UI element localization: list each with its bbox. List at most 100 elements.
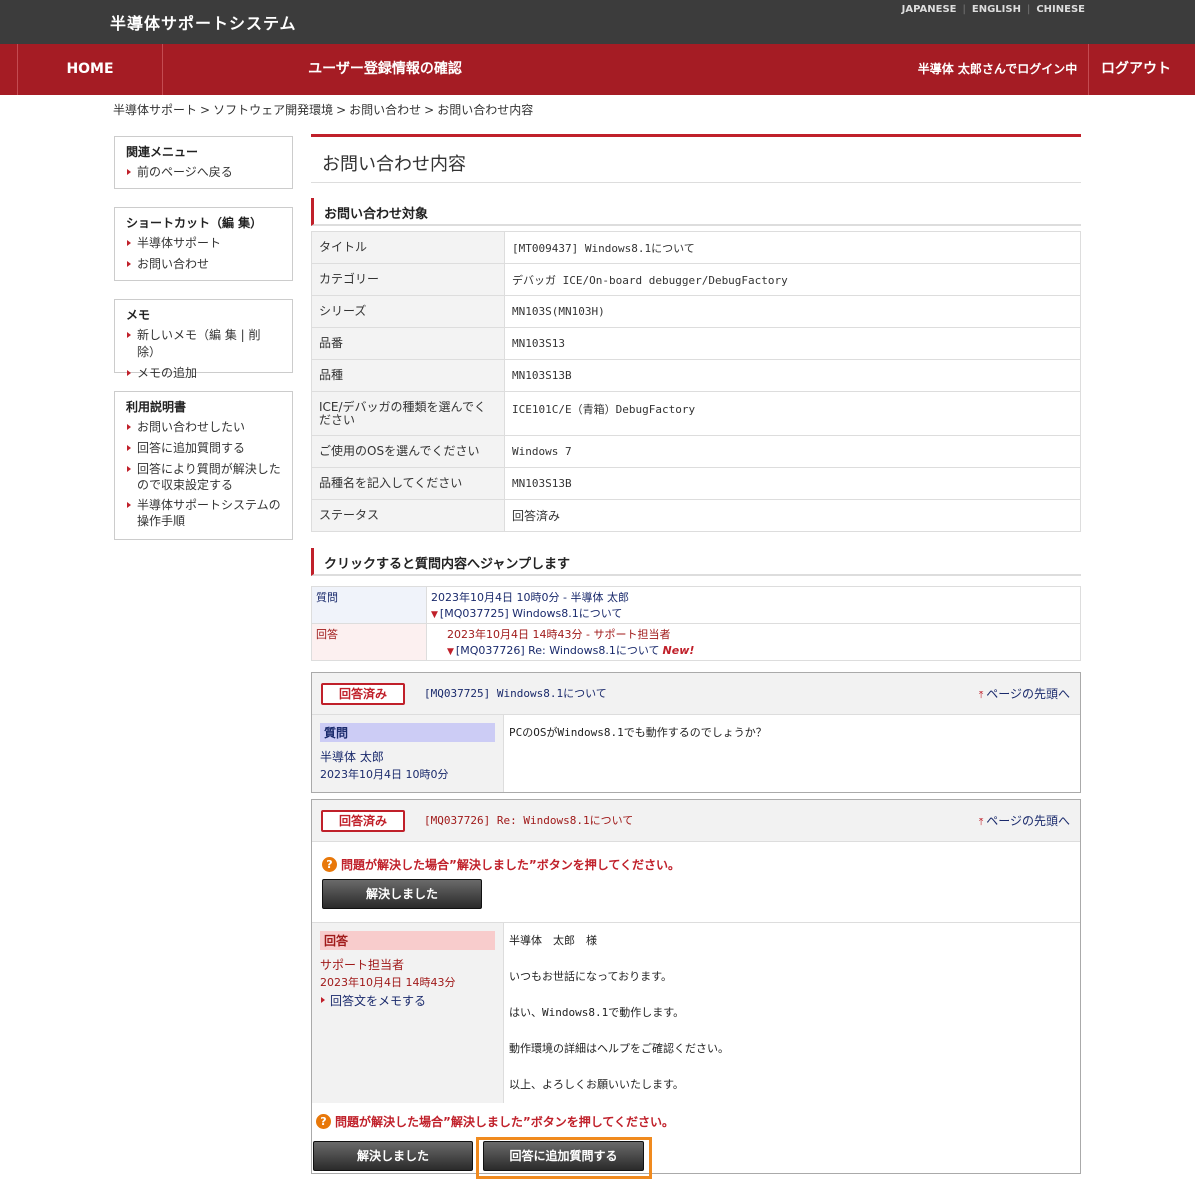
- jump-question-label: 質問: [311, 586, 427, 624]
- sidebar-item-add-memo[interactable]: メモの追加: [126, 365, 282, 382]
- info-value: MN103S13: [504, 327, 1081, 360]
- bottom-actions: ? 問題が解決した場合”解決しました”ボタンを押してください。 解決しました 回答…: [312, 1103, 1080, 1179]
- info-key: ステータス: [311, 499, 505, 532]
- resolve-warning-text: 問題が解決した場合”解決しました”ボタンを押してください。: [341, 858, 681, 872]
- message-subject: [MQ037725] Windows8.1について: [424, 687, 607, 700]
- jump-table: 質問 2023年10月4日 10時0分 - 半導体 太郎 ▼ [MQ037725]…: [311, 586, 1081, 661]
- answered-stamp: 回答済み: [321, 683, 405, 705]
- save-as-memo-link[interactable]: 回答文をメモする: [320, 992, 495, 1010]
- message-text: 半導体 太郎 様 いつもお世話になっております。 はい、Windows8.1で動…: [504, 923, 1080, 1103]
- info-value: デバッガ ICE/On-board debugger/DebugFactory: [504, 263, 1081, 296]
- sidebar-heading: 利用説明書: [126, 400, 187, 414]
- sidebar-item-semiconductor-support[interactable]: 半導体サポート: [126, 235, 282, 252]
- question-message: 回答済み [MQ037725] Windows8.1について ⤒ ページの先頭へ …: [311, 672, 1081, 793]
- logout-button[interactable]: ログアウト: [1088, 44, 1183, 95]
- message-text: PCのOSがWindows8.1でも動作するのでしょうか？: [504, 715, 1080, 792]
- down-triangle-icon: ▼: [447, 647, 454, 657]
- jump-answer-link-text[interactable]: [MQ037726] Re: Windows8.1について: [456, 644, 660, 657]
- jump-question-link-text[interactable]: [MQ037725] Windows8.1について: [440, 607, 623, 620]
- section-heading-jump: クリックすると質問内容へジャンプします: [311, 548, 1081, 576]
- lang-chinese[interactable]: CHINESE: [1036, 4, 1085, 15]
- info-key: 品種: [311, 359, 505, 392]
- answered-stamp: 回答済み: [321, 810, 405, 832]
- message-meta: 回答 サポート担当者 2023年10月4日 14時43分 回答文をメモする: [312, 923, 504, 1103]
- info-value: MN103S(MN103H): [504, 295, 1081, 328]
- message-paragraph: 半導体 太郎 様: [509, 934, 597, 947]
- sidebar-heading: メモ: [126, 308, 151, 322]
- info-value: MN103S13B: [504, 359, 1081, 392]
- down-triangle-icon: ▼: [431, 610, 438, 620]
- info-value: ICE101C/E（青箱）DebugFactory: [504, 391, 1081, 436]
- info-value: MN103S13B: [504, 467, 1081, 500]
- login-status: 半導体 太郎さんでログイン中: [917, 62, 1078, 76]
- table-row: 品番 MN103S13: [311, 327, 1081, 360]
- breadcrumb-item[interactable]: 半導体サポート: [113, 103, 197, 117]
- nav-user-info-confirm[interactable]: ユーザー登録情報の確認: [250, 44, 520, 95]
- site-title[interactable]: 半導体サポートシステム: [110, 10, 297, 34]
- table-row: 質問 2023年10月4日 10時0分 - 半導体 太郎 ▼ [MQ037725]…: [311, 586, 1081, 624]
- message-paragraph: 動作環境の詳細はヘルプをご確認ください。: [509, 1042, 729, 1055]
- question-icon: ?: [322, 857, 337, 872]
- sidebar-item-inquiry[interactable]: お問い合わせ: [126, 256, 282, 273]
- language-switcher: JAPANESE | ENGLISH | CHINESE: [901, 4, 1085, 15]
- lang-japanese[interactable]: JAPANESE: [902, 4, 957, 15]
- breadcrumb-current: お問い合わせ内容: [437, 103, 534, 117]
- message-paragraph: PCのOSがWindows8.1でも動作するのでしょうか？: [509, 726, 767, 739]
- message-paragraph: はい、Windows8.1で動作します。: [509, 1006, 685, 1019]
- arrow-up-icon: ⤒: [978, 817, 984, 828]
- jump-answer-cell: 2023年10月4日 14時43分 - サポート担当者 ▼ [MQ037726] …: [426, 623, 1081, 661]
- breadcrumb-item[interactable]: ソフトウェア開発環境: [213, 103, 333, 117]
- message-author: サポート担当者: [320, 958, 405, 972]
- page-top-link-text[interactable]: ページの先頭へ: [986, 814, 1070, 828]
- sidebar-item-new-memo[interactable]: 新しいメモ（編 集 | 削 除）: [126, 327, 282, 361]
- breadcrumb-item[interactable]: お問い合わせ: [349, 103, 421, 117]
- resolve-area: ? 問題が解決した場合”解決しました”ボタンを押してください。 解決しました: [312, 842, 1080, 923]
- resolve-warning-text: 問題が解決した場合”解決しました”ボタンを押してください。: [335, 1115, 675, 1129]
- jump-answer-meta: 2023年10月4日 14時43分 - サポート担当者: [447, 628, 671, 641]
- section-heading-target: お問い合わせ対象: [311, 198, 1081, 226]
- inquiry-info-table: タイトル [MT009437] Windows8.1について カテゴリー デバッガ …: [311, 231, 1081, 532]
- sidebar-manual: 利用説明書 お問い合わせしたい 回答に追加質問する 回答により質問が解決したので…: [114, 391, 293, 540]
- table-row: ICE/デバッガの種類を選んでください ICE101C/E（青箱）DebugFac…: [311, 391, 1081, 436]
- info-value: Windows 7: [504, 435, 1081, 468]
- table-row: 品種名を記入してください MN103S13B: [311, 467, 1081, 500]
- main-nav: HOME ユーザー登録情報の確認 半導体 太郎さんでログイン中 ログアウト: [0, 44, 1195, 95]
- arrow-up-icon: ⤒: [978, 690, 984, 701]
- sidebar-heading: 関連メニュー: [126, 145, 199, 159]
- sidebar-item-back[interactable]: 前のページへ戻る: [126, 164, 282, 181]
- lang-english[interactable]: ENGLISH: [972, 4, 1021, 15]
- message-date: 2023年10月4日 14時43分: [320, 976, 456, 989]
- page-top-link[interactable]: ⤒ ページの先頭へ: [979, 812, 1070, 829]
- top-bar: 半導体サポートシステム JAPANESE | ENGLISH | CHINESE: [0, 0, 1195, 44]
- sidebar-item-manual-followup[interactable]: 回答に追加質問する: [126, 440, 282, 457]
- answer-message: 回答済み [MQ037726] Re: Windows8.1について ⤒ ページの…: [311, 799, 1081, 1179]
- highlight-frame: [476, 1137, 652, 1179]
- nav-home[interactable]: HOME: [17, 44, 163, 95]
- breadcrumb: 半導体サポート > ソフトウェア開発環境 > お問い合わせ > お問い合わせ内容: [113, 103, 534, 117]
- table-row: 回答 2023年10月4日 14時43分 - サポート担当者 ▼ [MQ03772…: [311, 623, 1081, 661]
- resolved-button-bottom[interactable]: 解決しました: [313, 1141, 473, 1171]
- table-row: シリーズ MN103S(MN103H): [311, 295, 1081, 328]
- info-key: 品種名を記入してください: [311, 467, 505, 500]
- sidebar-item-manual-steps[interactable]: 半導体サポートシステムの操作手順: [126, 497, 282, 529]
- jump-question-link[interactable]: ▼ [MQ037725] Windows8.1について: [431, 605, 1076, 621]
- sidebar-item-manual-resolve[interactable]: 回答により質問が解決したので収束設定する: [126, 461, 282, 493]
- message-body: 質問 半導体 太郎 2023年10月4日 10時0分 PCのOSがWindows…: [312, 715, 1080, 792]
- resolved-button[interactable]: 解決しました: [322, 879, 482, 909]
- sidebar-item-manual-inquiry[interactable]: お問い合わせしたい: [126, 419, 282, 436]
- table-row: 品種 MN103S13B: [311, 359, 1081, 392]
- info-key: タイトル: [311, 231, 505, 264]
- jump-question-meta: 2023年10月4日 10時0分 - 半導体 太郎: [431, 591, 629, 604]
- info-key: 品番: [311, 327, 505, 360]
- sidebar-memo: メモ 新しいメモ（編 集 | 削 除） メモの追加: [114, 299, 293, 380]
- page-top-link[interactable]: ⤒ ページの先頭へ: [979, 685, 1070, 702]
- message-header: 回答済み [MQ037725] Windows8.1について ⤒ ページの先頭へ: [312, 673, 1080, 715]
- info-value: [MT009437] Windows8.1について: [504, 231, 1081, 264]
- info-key: ご使用のOSを選んでください: [311, 435, 505, 468]
- page-top-link-text[interactable]: ページの先頭へ: [986, 687, 1070, 701]
- question-icon: ?: [316, 1114, 331, 1129]
- message-subject: [MQ037726] Re: Windows8.1について: [424, 814, 634, 827]
- info-key: シリーズ: [311, 295, 505, 328]
- table-row: カテゴリー デバッガ ICE/On-board debugger/DebugFac…: [311, 263, 1081, 296]
- jump-answer-link[interactable]: ▼ [MQ037726] Re: Windows8.1について New!: [431, 642, 1076, 658]
